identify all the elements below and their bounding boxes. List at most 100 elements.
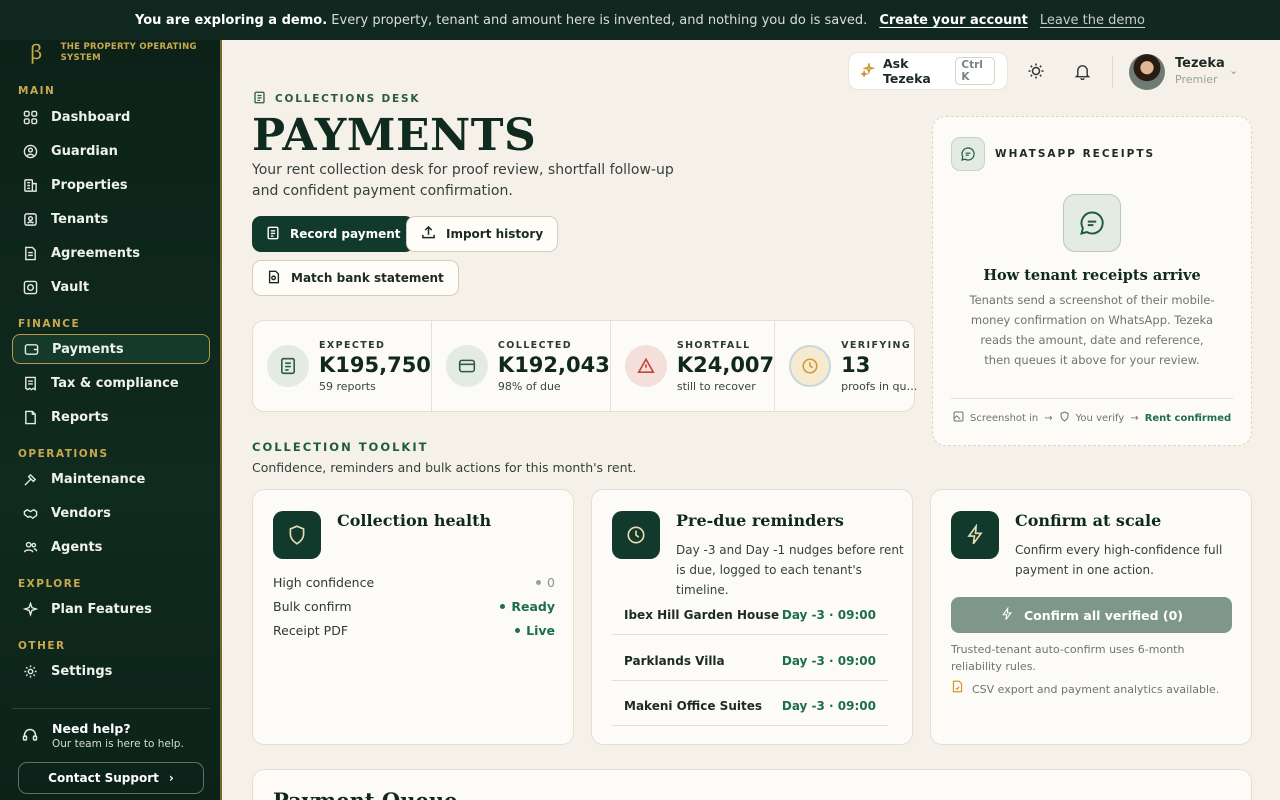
alert-icon: [624, 345, 667, 387]
match-bank-statement-button[interactable]: Match bank statement: [252, 260, 459, 296]
payment-queue-title: Payment Queue: [273, 788, 457, 800]
reminder-time: Day -3 · 09:00: [781, 653, 876, 668]
stat-value: 13: [841, 352, 871, 377]
upload-icon: [421, 225, 436, 243]
contact-support-button[interactable]: Contact Support ›: [18, 762, 204, 794]
csv-note: CSV export and payment analytics availab…: [951, 680, 1221, 698]
import-history-button[interactable]: Import history: [406, 216, 559, 252]
stat-value: K192,043: [497, 352, 610, 377]
demo-banner: You are exploring a demo. Every property…: [0, 0, 1280, 40]
health-row-value: 0: [547, 575, 555, 590]
whatsapp-title: How tenant receipts arrive: [983, 267, 1201, 284]
sidebar-item-label: Reports: [51, 409, 109, 425]
brand-logo-icon: ꞵ: [30, 40, 43, 64]
shortcut-badge: Ctrl K: [955, 57, 995, 85]
confirm-all-verified-button[interactable]: Confirm all verified (0): [951, 597, 1232, 633]
wallet-icon: [445, 345, 488, 387]
sparkle-icon: [859, 61, 876, 80]
sidebar-item-plan-features[interactable]: Plan Features: [12, 594, 210, 624]
sidebar: ꞵ THE PROPERTY OPERATING SYSTEM MAIN Das…: [0, 40, 222, 800]
flow-step: Screenshot in: [970, 412, 1039, 424]
tenant-card-icon: [22, 211, 39, 228]
reminder-time: Day -3 · 09:00: [781, 607, 876, 622]
sidebar-item-vendors[interactable]: Vendors: [12, 498, 210, 528]
lightning-icon: [1000, 605, 1014, 624]
sidebar-item-guardian[interactable]: Guardian: [12, 136, 210, 166]
section-other: OTHER: [18, 640, 66, 652]
create-account-link[interactable]: Create your account: [879, 13, 1028, 28]
leave-demo-link[interactable]: Leave the demo: [1040, 13, 1145, 28]
flow-step: You verify: [1075, 412, 1125, 424]
health-row-label: Receipt PDF: [273, 623, 349, 638]
record-payment-button[interactable]: Record payment: [252, 216, 415, 252]
reminder-property: Makeni Office Suites: [624, 698, 762, 713]
stats-strip: EXPECTED K195,750 59 reports COLLECTED K…: [252, 320, 921, 412]
sparkle-icon: [22, 601, 39, 618]
health-row-value: Live: [526, 623, 555, 638]
chevron-right-icon: ›: [168, 771, 174, 785]
document-icon: [253, 91, 266, 107]
stat-sub: proofs in queue: [841, 379, 922, 393]
page-title: PAYMENTS: [252, 110, 537, 161]
page-kicker: COLLECTIONS DESK: [253, 91, 420, 107]
sidebar-item-tenants[interactable]: Tenants: [12, 204, 210, 234]
sidebar-item-agreements[interactable]: Agreements: [12, 238, 210, 268]
flow-step: Rent confirmed: [1144, 412, 1232, 424]
chevron-down-icon[interactable]: ⌄: [1229, 64, 1238, 77]
reminder-row[interactable]: Parklands Villa Day -3 · 09:00: [612, 641, 888, 681]
document-icon: [267, 345, 309, 387]
sidebar-item-vault[interactable]: Vault: [12, 272, 210, 302]
sidebar-item-label: Plan Features: [51, 601, 152, 617]
stat-label: VERIFYING: [841, 339, 912, 351]
clock-icon: [612, 511, 660, 559]
chat-icon: [951, 137, 985, 171]
status-dot: [500, 604, 506, 609]
card-title: Confirm at scale: [1015, 511, 1162, 530]
whatsapp-receipts-panel: WHATSAPP RECEIPTS How tenant receipts ar…: [932, 116, 1252, 446]
sidebar-item-label: Maintenance: [51, 471, 146, 487]
whatsapp-description: Tenants send a screenshot of their mobil…: [969, 293, 1215, 367]
card-title: Pre-due reminders: [676, 511, 844, 530]
reminder-time: Day -3 · 09:00: [781, 698, 876, 713]
ask-tezeka-button[interactable]: Ask Tezeka Ctrl K: [848, 52, 1008, 90]
stat-sub: 59 reports: [319, 379, 376, 393]
lightning-icon: [951, 511, 999, 559]
building-icon: [22, 177, 39, 194]
sidebar-item-maintenance[interactable]: Maintenance: [12, 464, 210, 494]
auto-confirm-note: Trusted-tenant auto-confirm uses 6-month…: [951, 643, 1185, 673]
agreement-icon: [22, 245, 39, 262]
arrow-right-icon: →: [1130, 412, 1139, 424]
sidebar-item-dashboard[interactable]: Dashboard: [12, 102, 210, 132]
help-section: Need help? Our team is here to help. Con…: [12, 708, 210, 794]
wallet-icon: [23, 341, 40, 358]
brand[interactable]: ꞵ THE PROPERTY OPERATING SYSTEM: [30, 40, 197, 65]
reminder-row[interactable]: Ibex Hill Garden House Day -3 · 09:00: [612, 595, 888, 635]
sidebar-item-agents[interactable]: Agents: [12, 532, 210, 562]
sidebar-item-properties[interactable]: Properties: [12, 170, 210, 200]
receipt-flow: Screenshot in → You verify → Rent confir…: [953, 411, 1231, 425]
headset-icon: [22, 727, 38, 750]
reminder-row[interactable]: Makeni Office Suites Day -3 · 09:00: [612, 686, 888, 726]
bell-icon[interactable]: [1071, 60, 1093, 82]
sun-icon[interactable]: [1025, 60, 1047, 82]
users-icon: [22, 539, 39, 556]
help-title: Need help?: [52, 721, 131, 736]
arrow-right-icon: →: [1044, 412, 1053, 424]
demo-banner-text: Every property, tenant and amount here i…: [331, 12, 868, 28]
pre-due-reminders-card: Pre-due reminders Day -3 and Day -1 nudg…: [591, 489, 913, 745]
sidebar-item-reports[interactable]: Reports: [12, 402, 210, 432]
confirm-all-label: Confirm all verified (0): [1023, 607, 1184, 623]
hammer-icon: [22, 471, 39, 488]
sidebar-item-payments[interactable]: Payments: [12, 334, 210, 364]
sidebar-item-tax[interactable]: Tax & compliance: [12, 368, 210, 398]
file-icon: [951, 680, 964, 698]
sidebar-item-label: Vendors: [51, 505, 111, 521]
image-icon: [953, 411, 964, 425]
health-row-bulk-confirm: Bulk confirm Ready: [273, 599, 555, 614]
avatar[interactable]: [1129, 54, 1165, 90]
stat-value: K24,007: [676, 352, 775, 377]
sidebar-item-settings[interactable]: Settings: [12, 656, 210, 686]
grid-icon: [22, 109, 39, 126]
stat-label: EXPECTED: [319, 339, 386, 351]
receipt-icon: [22, 375, 39, 392]
